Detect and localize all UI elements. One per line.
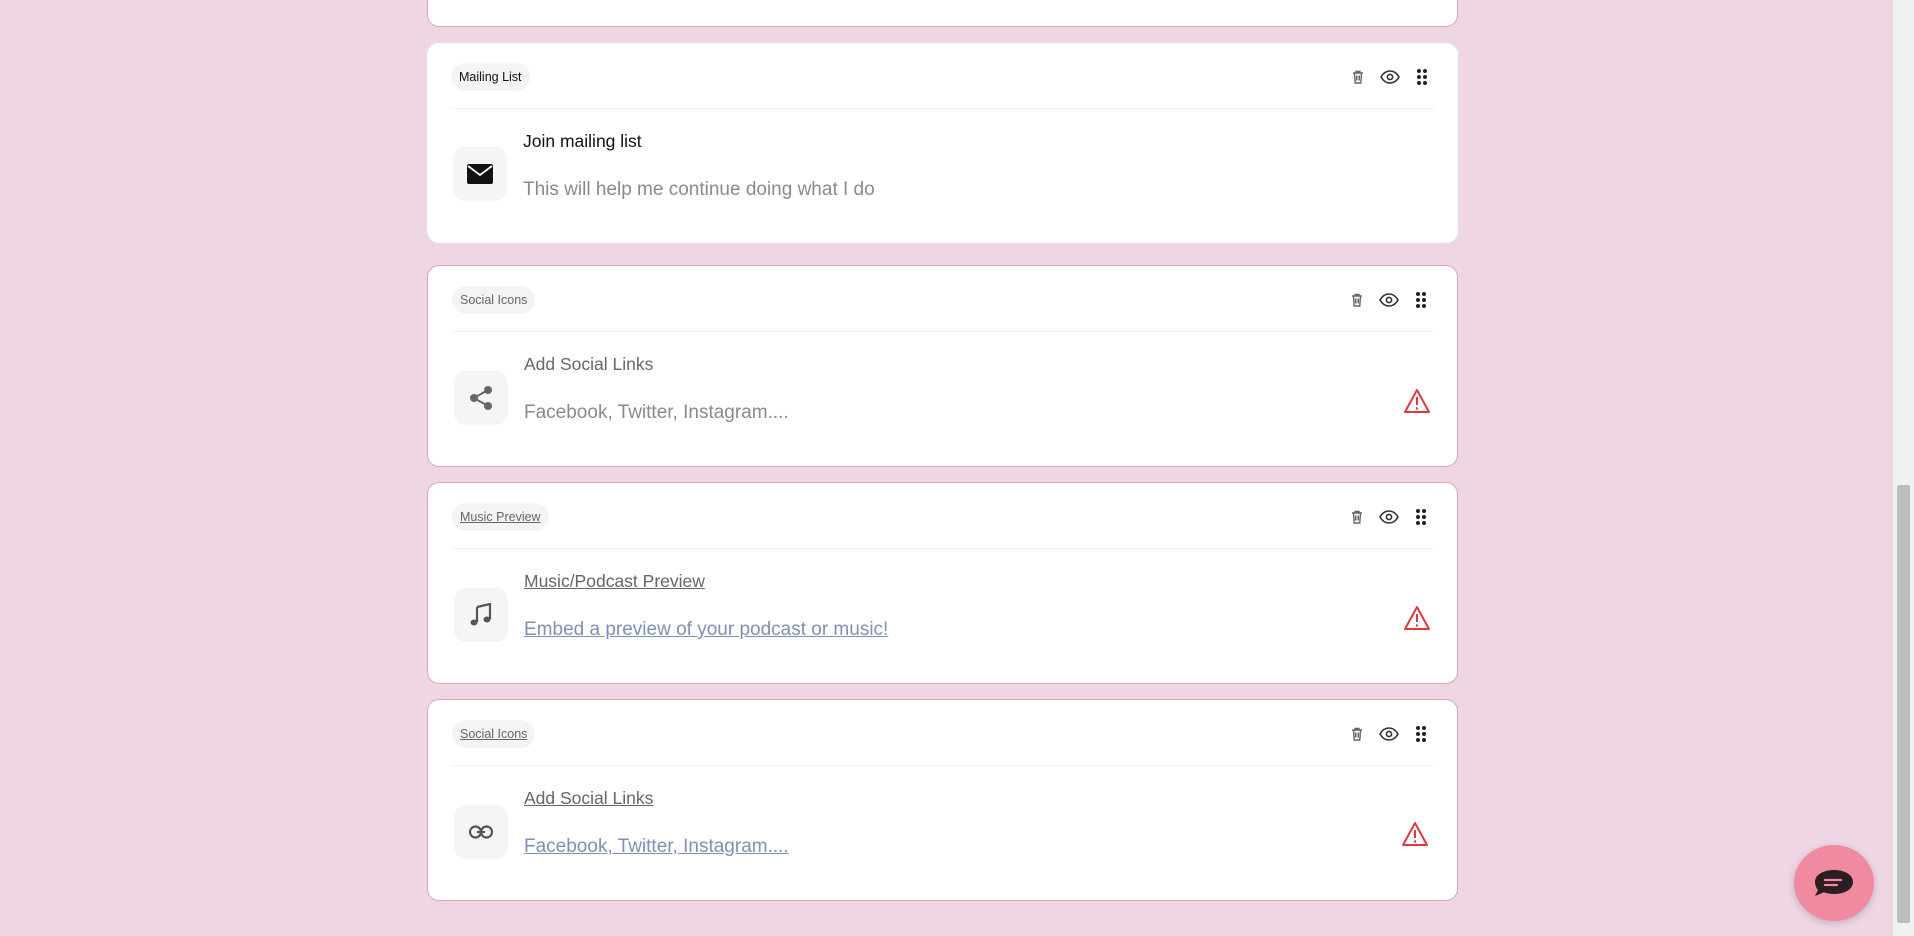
drag-handle-icon[interactable] [1409, 722, 1433, 746]
drag-handle-icon[interactable] [1410, 65, 1434, 89]
warning-icon [1402, 822, 1428, 846]
music-note-icon [454, 588, 508, 642]
card-subtitle[interactable]: Embed a preview of your podcast or music… [524, 619, 888, 641]
block-type-tag: Social Icons [452, 720, 536, 748]
link-icon [454, 805, 508, 859]
card-subtitle[interactable]: This will help me continue doing what I … [523, 179, 875, 201]
drag-handle-icon[interactable] [1409, 505, 1433, 529]
block-type-tag: Mailing List [451, 63, 530, 91]
scrollbar-thumb[interactable] [1897, 485, 1910, 923]
card-subtitle[interactable]: Facebook, Twitter, Instagram.... [524, 836, 789, 858]
eye-icon[interactable] [1377, 288, 1401, 312]
eye-icon[interactable] [1378, 65, 1402, 89]
card-actions [1337, 288, 1433, 312]
social-links-card: Social Icons Add Social Links Facebook, … [427, 699, 1458, 901]
chat-bubble-icon [1815, 870, 1853, 896]
card-title[interactable]: Add Social Links [524, 354, 653, 375]
block-type-tag: Music Preview [452, 503, 549, 531]
card-title[interactable]: Add Social Links [524, 788, 653, 809]
block-type-tag: Social Icons [452, 286, 536, 314]
card-header: Social Icons [452, 266, 1433, 332]
trash-icon[interactable] [1345, 722, 1369, 746]
eye-icon[interactable] [1377, 722, 1401, 746]
page: Mailing List Join mailing list This will… [0, 0, 1914, 936]
drag-handle-icon[interactable] [1409, 288, 1433, 312]
card-header: Social Icons [452, 700, 1433, 766]
trash-icon[interactable] [1346, 65, 1370, 89]
mailing-list-card: Mailing List Join mailing list This will… [427, 43, 1458, 243]
chat-button[interactable] [1794, 845, 1874, 921]
share-icon [454, 371, 508, 425]
trash-icon[interactable] [1345, 505, 1369, 529]
card-header: Music Preview [452, 483, 1433, 549]
card-subtitle[interactable]: Facebook, Twitter, Instagram.... [524, 402, 789, 424]
music-preview-card: Music Preview Music/Podcast Preview Embe… [427, 482, 1458, 684]
card-header: Mailing List [451, 43, 1434, 109]
card-actions [1337, 505, 1433, 529]
warning-icon [1404, 389, 1430, 413]
mail-icon [453, 147, 507, 201]
card-actions [1338, 65, 1434, 89]
card-actions [1337, 722, 1433, 746]
social-icons-card: Social Icons Add Social Links Facebook, … [427, 265, 1458, 467]
eye-icon[interactable] [1377, 505, 1401, 529]
previous-card [427, 0, 1458, 27]
trash-icon[interactable] [1345, 288, 1369, 312]
card-title[interactable]: Music/Podcast Preview [524, 571, 705, 592]
card-title[interactable]: Join mailing list [523, 131, 642, 152]
warning-icon [1404, 606, 1430, 630]
